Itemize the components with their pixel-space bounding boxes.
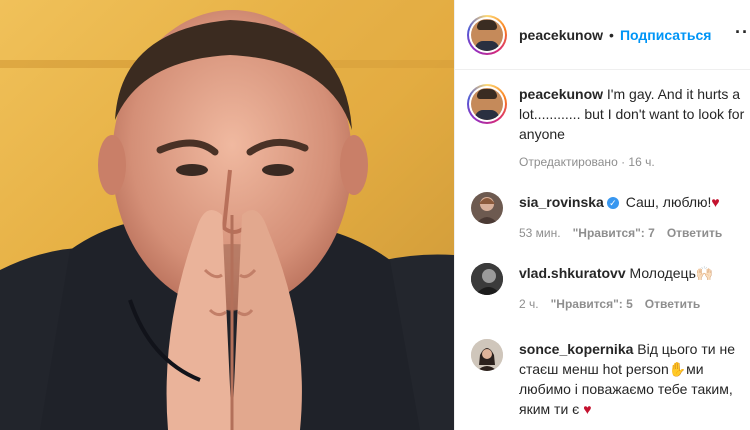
comment-time[interactable]: 53 мин.	[519, 223, 561, 243]
comment-avatar-image	[476, 197, 498, 224]
comment-time[interactable]: 2 ч.	[519, 294, 539, 314]
comment-avatar[interactable]	[471, 192, 503, 224]
post-header: peacekunow • Подписаться ···	[455, 0, 750, 70]
comment-text: Саш, люблю!	[625, 194, 712, 210]
post-caption: peacekunow I'm gay. And it hurts a lot..…	[467, 84, 747, 144]
caption-username[interactable]: peacekunow	[519, 86, 603, 102]
comment-meta: 2 ч. "Нравится": 5 Ответить	[519, 294, 749, 314]
comment-avatar-image	[471, 339, 503, 371]
comment-username[interactable]: vlad.shkuratovv	[519, 265, 626, 281]
comment-item: sonce_kopernika Від цього ти не стаєш ме…	[471, 339, 750, 419]
comment-username[interactable]: sonce_kopernika	[519, 341, 633, 357]
post-photo-illustration	[0, 0, 454, 430]
comments-panel: peacekunow • Подписаться ··· peacekunow …	[454, 0, 750, 430]
author-avatar-image	[471, 18, 503, 51]
header-separator: •	[609, 26, 614, 43]
author-avatar-frame	[469, 16, 505, 53]
comment-body: sia_rovinska ✓ Саш, люблю!♥ 53 мин. "Нрав…	[519, 192, 749, 243]
follow-button[interactable]: Подписаться	[620, 27, 712, 43]
comment-avatar-image	[471, 263, 503, 295]
author-username[interactable]: peacekunow	[519, 27, 603, 43]
comment-meta: 53 мин. "Нравится": 7 Ответить	[519, 223, 749, 243]
verified-badge-icon: ✓	[606, 197, 619, 210]
caption-text-block: peacekunow I'm gay. And it hurts a lot..…	[519, 84, 747, 144]
comment-username[interactable]: sia_rovinska	[519, 194, 604, 210]
comment-body: vlad.shkuratovv Молодець🙌🏻 2 ч. "Нравитс…	[519, 263, 749, 314]
comment-item: vlad.shkuratovv Молодець🙌🏻 2 ч. "Нравитс…	[471, 263, 750, 314]
comment-body: sonce_kopernika Від цього ти не стаєш ме…	[519, 339, 749, 419]
reply-button[interactable]: Ответить	[667, 223, 722, 243]
caption-avatar-image	[471, 88, 503, 120]
heart-emoji-icon: ♥	[583, 401, 592, 417]
comment-avatar[interactable]	[471, 263, 503, 295]
author-avatar[interactable]	[467, 14, 507, 55]
comment-likes[interactable]: "Нравится": 7	[573, 223, 655, 243]
comment-text: Молодець🙌🏻	[629, 265, 714, 281]
caption-meta: Отредактировано · 16 ч.	[519, 155, 655, 169]
comment-likes[interactable]: "Нравится": 5	[551, 294, 633, 314]
caption-avatar[interactable]	[467, 84, 507, 124]
post-photo[interactable]	[0, 0, 454, 430]
more-options-icon[interactable]: ···	[735, 22, 750, 43]
comment-avatar[interactable]	[471, 339, 503, 371]
instagram-post-view: peacekunow • Подписаться ··· peacekunow …	[0, 0, 750, 430]
reply-button[interactable]: Ответить	[645, 294, 700, 314]
caption-avatar-frame	[469, 86, 505, 122]
heart-emoji-icon: ♥	[711, 194, 720, 210]
comment-item: sia_rovinska ✓ Саш, люблю!♥ 53 мин. "Нрав…	[471, 192, 750, 243]
